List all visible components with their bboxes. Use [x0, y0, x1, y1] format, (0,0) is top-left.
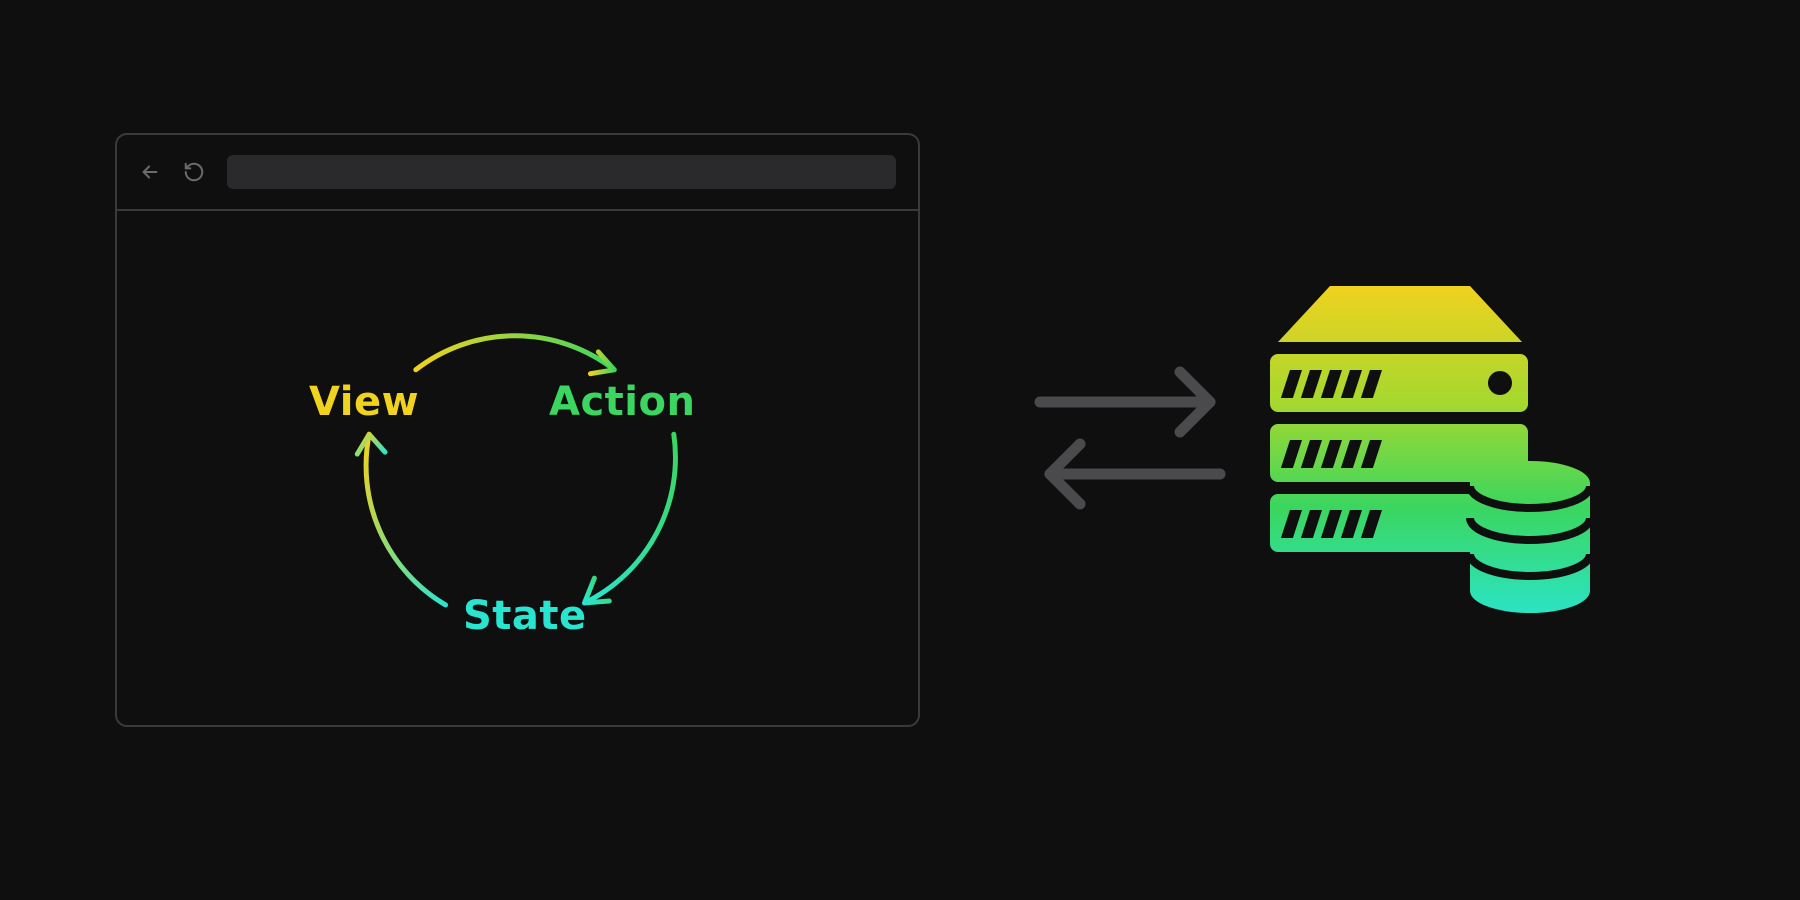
- browser-window: View Action State: [115, 133, 920, 727]
- cycle-arrows: [117, 211, 918, 725]
- arrow-right-icon: [1040, 372, 1210, 432]
- node-action: Action: [549, 379, 695, 425]
- address-bar: [227, 155, 896, 189]
- back-icon: [139, 161, 161, 183]
- node-state: State: [463, 593, 587, 639]
- arrow-view-to-action: [416, 336, 614, 374]
- browser-toolbar: [117, 135, 918, 211]
- arrow-left-icon: [1050, 444, 1220, 504]
- exchange-arrows: [1020, 354, 1240, 519]
- node-view: View: [309, 379, 419, 425]
- server-stack-icon: [1270, 286, 1620, 626]
- arrow-state-to-view: [357, 434, 445, 605]
- cycle-diagram: View Action State: [117, 211, 918, 725]
- arrow-action-to-state: [584, 434, 675, 603]
- reload-icon: [183, 161, 205, 183]
